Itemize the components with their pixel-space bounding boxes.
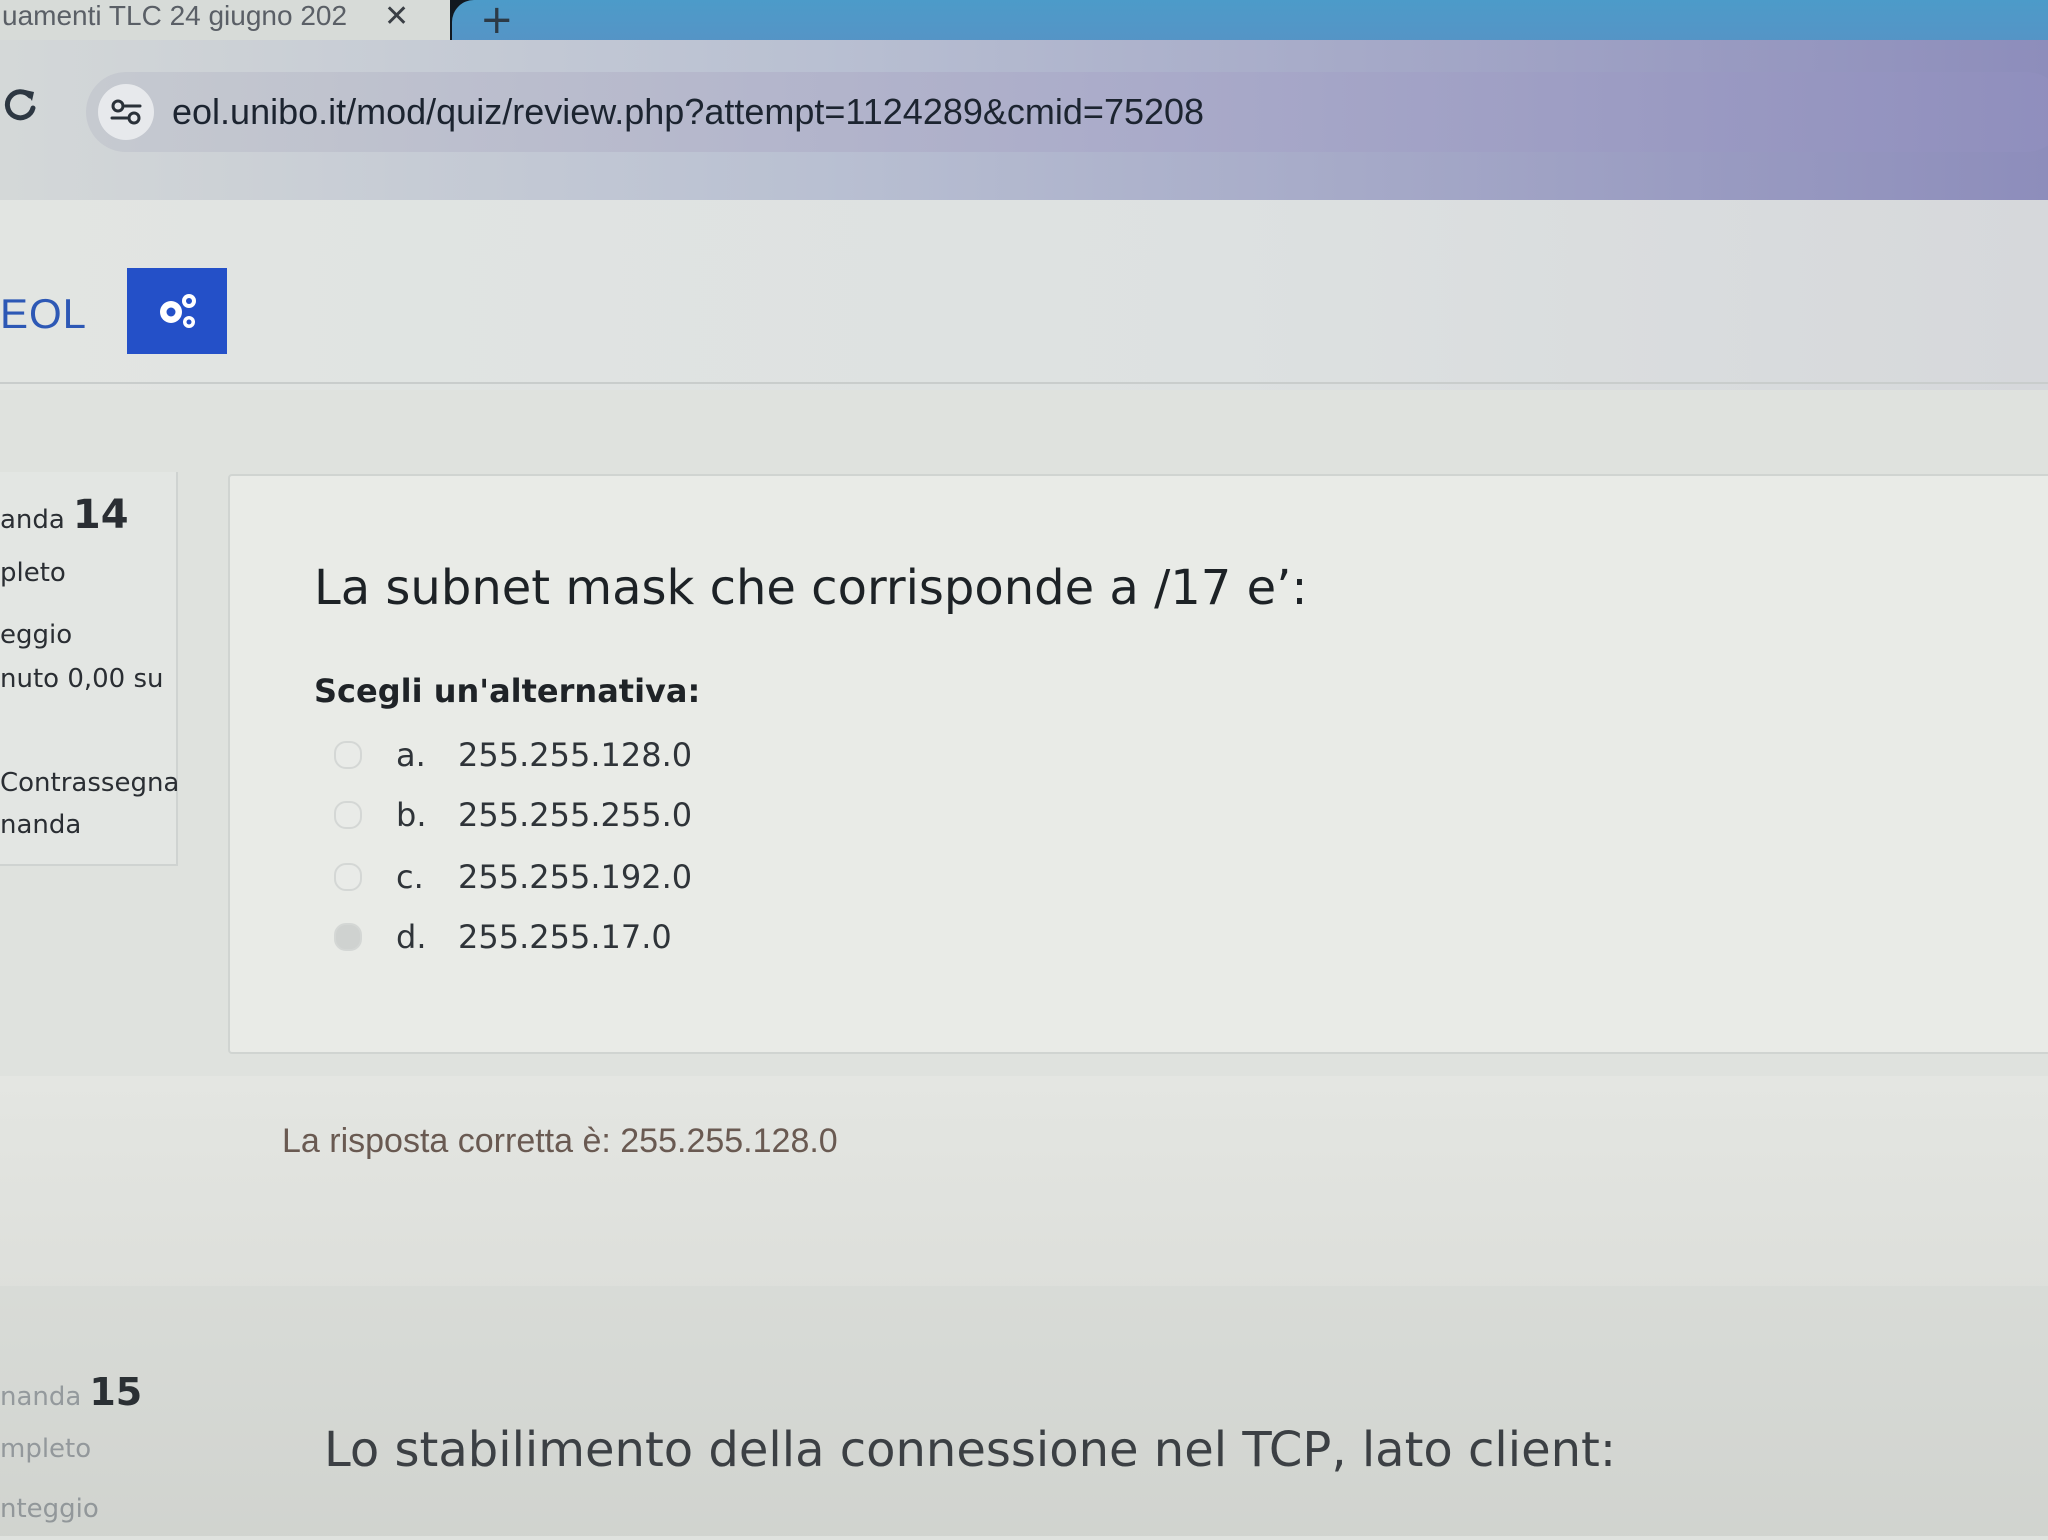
reload-icon[interactable] [0, 84, 40, 134]
answer-text: 255.255.192.0 [458, 858, 693, 896]
question-label: anda [0, 505, 65, 535]
header-divider [0, 382, 2048, 384]
feedback-panel [0, 1076, 2048, 1286]
question-text: La subnet mask che corrisponde a /17 e’: [314, 560, 1308, 616]
page-header [0, 200, 2048, 390]
question-state: pleto [0, 558, 66, 588]
new-tab-button[interactable]: + [480, 0, 514, 40]
answer-text: 255.255.17.0 [458, 918, 672, 956]
flag-question-link-line2[interactable]: nanda [0, 810, 81, 840]
url-text[interactable]: eol.unibo.it/mod/quiz/review.php?attempt… [172, 91, 1204, 133]
question-info-panel-15: nanda 15 mpleto nteggio [0, 1370, 176, 1540]
answer-option-a[interactable]: a. 255.255.128.0 [334, 730, 692, 780]
tab-title[interactable]: uamenti TLC 24 giugno 202 [0, 0, 372, 32]
question-number: nanda 15 [0, 1370, 142, 1414]
answer-option-d[interactable]: d. 255.255.17.0 [334, 912, 672, 962]
answer-letter: d. [396, 918, 427, 956]
answer-letter: a. [396, 736, 426, 774]
question-number-value: 15 [89, 1370, 143, 1414]
site-logo[interactable]: EOL [0, 290, 87, 338]
radio-button-selected[interactable] [334, 923, 362, 951]
correct-answer-text: La risposta corretta è: 255.255.128.0 [282, 1122, 838, 1160]
radio-button[interactable] [334, 863, 362, 891]
question-info-panel: anda 14 pleto eggio nuto 0,00 su Contrass… [0, 472, 179, 866]
admin-settings-button[interactable] [127, 268, 227, 354]
answer-option-c[interactable]: c. 255.255.192.0 [334, 852, 692, 902]
question-text-15: Lo stabilimento della connessione nel TC… [324, 1422, 1617, 1478]
answer-text: 255.255.128.0 [458, 736, 693, 774]
question-label: nanda [0, 1382, 82, 1412]
question-number-value: 14 [72, 492, 129, 538]
grade-value: nuto 0,00 su [0, 664, 164, 694]
grade-label: eggio [0, 620, 73, 650]
answer-letter: b. [396, 796, 427, 834]
site-info-icon[interactable] [98, 84, 154, 140]
grade-label: nteggio [0, 1494, 99, 1524]
gears-icon [160, 294, 196, 328]
radio-button[interactable] [334, 741, 362, 769]
answer-option-b[interactable]: b. 255.255.255.0 [334, 790, 692, 840]
answer-text: 255.255.255.0 [458, 796, 693, 834]
answer-prompt: Scegli un'alternativa: [314, 672, 701, 710]
answer-letter: c. [396, 858, 424, 896]
tab-close-icon[interactable]: ✕ [384, 0, 409, 34]
radio-button[interactable] [334, 801, 362, 829]
flag-question-link[interactable]: Contrassegna [0, 768, 179, 798]
question-number: anda 14 [0, 492, 129, 538]
question-state: mpleto [0, 1434, 92, 1464]
address-bar[interactable]: eol.unibo.it/mod/quiz/review.php?attempt… [86, 72, 2048, 152]
